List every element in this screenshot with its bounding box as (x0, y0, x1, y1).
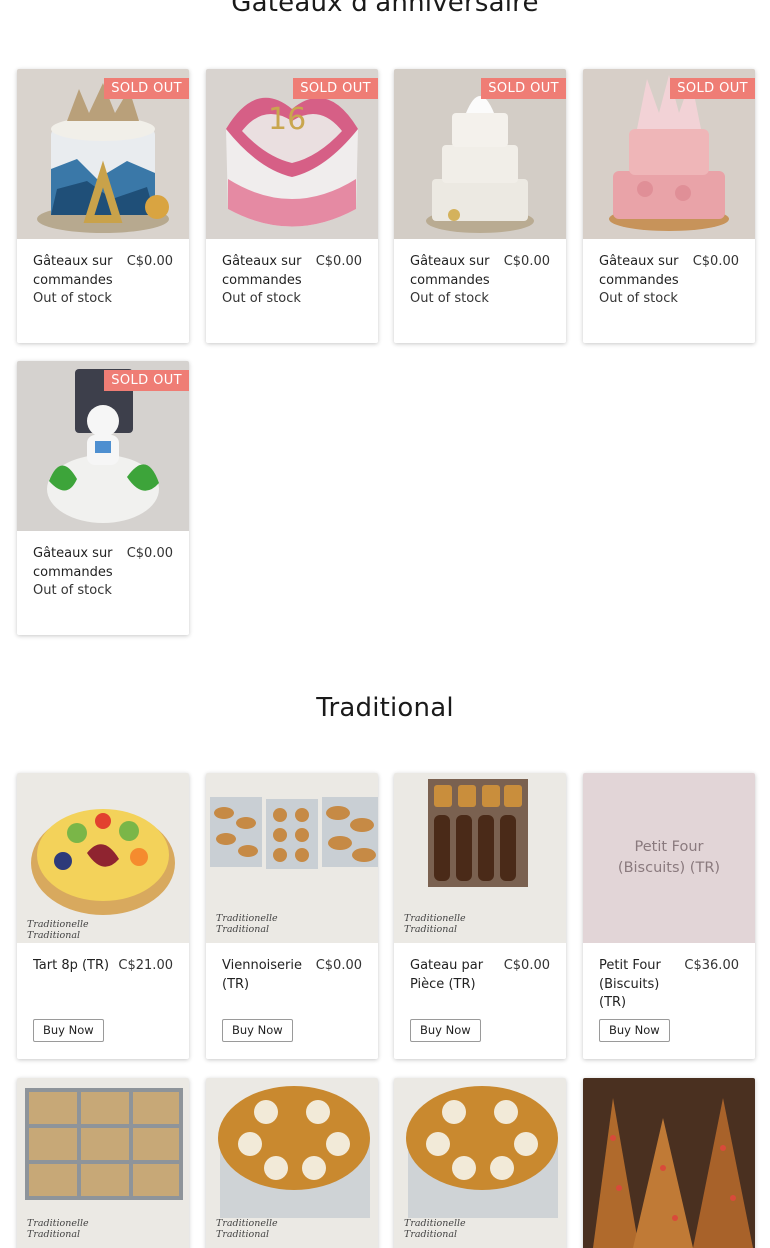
product-price: C$0.00 (126, 546, 173, 561)
product-image[interactable]: SOLD OUT (583, 69, 755, 239)
product-card[interactable]: SOLD OUT Gâteaux sur commandes C$0.00 Ou… (394, 69, 566, 343)
product-image[interactable]: SOLD OUT (394, 69, 566, 239)
product-card[interactable]: Traditionelle Traditional Viennoiserie (… (206, 773, 378, 1059)
product-card[interactable]: 16 SOLD OUT Gâteaux sur commandes C$0.00… (206, 69, 378, 343)
tart-image (17, 773, 189, 943)
product-price: C$36.00 (684, 958, 739, 973)
product-name[interactable]: Gâteaux sur commandes (33, 253, 117, 290)
product-card[interactable]: Traditionelle Traditional Gateau par Piè… (394, 773, 566, 1059)
product-image[interactable]: SOLD OUT (17, 361, 189, 531)
product-image[interactable] (583, 1078, 755, 1248)
sold-out-badge: SOLD OUT (104, 78, 189, 99)
buy-now-button[interactable]: Buy Now (599, 1019, 670, 1042)
product-name[interactable]: Petit Four (Biscuits) (TR) (599, 957, 669, 1013)
product-price: C$21.00 (118, 958, 173, 973)
product-card[interactable]: SOLD OUT Gâteaux sur commandes C$0.00 Ou… (17, 361, 189, 635)
product-image[interactable]: Traditionelle Traditional (17, 1078, 189, 1248)
product-image[interactable]: Traditionelle Traditional (394, 773, 566, 943)
product-card[interactable]: Traditionelle Traditional (394, 1078, 566, 1248)
product-name[interactable]: Gateau par Pièce (TR) (410, 957, 494, 994)
product-name[interactable]: Gâteaux sur commandes (410, 253, 494, 290)
stock-status: Out of stock (599, 291, 678, 306)
product-name[interactable]: Viennoiserie (TR) (222, 957, 306, 994)
sold-out-badge: SOLD OUT (104, 370, 189, 391)
product-image[interactable]: Traditionelle Traditional (206, 1078, 378, 1248)
section-title-traditional: Traditional (316, 693, 454, 723)
product-image[interactable]: Traditionelle Traditional (17, 773, 189, 943)
watermark-text: Traditionelle Traditional (216, 1218, 278, 1240)
watermark-text: Traditionelle Traditional (27, 919, 89, 941)
product-image[interactable]: 16 SOLD OUT (206, 69, 378, 239)
watermark-text: Traditionelle Traditional (27, 1218, 89, 1240)
watermark-text: Traditionelle Traditional (404, 1218, 466, 1240)
watermark-text: Traditionelle Traditional (216, 913, 278, 935)
stock-status: Out of stock (33, 291, 112, 306)
buy-now-button[interactable]: Buy Now (222, 1019, 293, 1042)
product-price: C$0.00 (503, 254, 550, 269)
product-card[interactable]: Traditionelle Traditional (17, 1078, 189, 1248)
section-title-birthday: Gâteaux d'anniversaire (231, 0, 539, 18)
stock-status: Out of stock (410, 291, 489, 306)
product-card[interactable]: SOLD OUT Gâteaux sur commandes C$0.00 Ou… (17, 69, 189, 343)
product-price: C$0.00 (692, 254, 739, 269)
croquembouche-image (583, 1078, 755, 1248)
buy-now-button[interactable]: Buy Now (33, 1019, 104, 1042)
placeholder-label: Petit Four (Biscuits) (TR) (617, 839, 721, 876)
product-price: C$0.00 (503, 958, 550, 973)
product-card[interactable]: Traditionelle Traditional (206, 1078, 378, 1248)
product-name[interactable]: Tart 8p (TR) (33, 957, 117, 976)
buy-now-button[interactable]: Buy Now (410, 1019, 481, 1042)
product-image[interactable]: SOLD OUT (17, 69, 189, 239)
product-name[interactable]: Gâteaux sur commandes (599, 253, 683, 290)
product-price: C$0.00 (126, 254, 173, 269)
sold-out-badge: SOLD OUT (670, 78, 755, 99)
product-card[interactable]: Petit Four (Biscuits) (TR) Petit Four (B… (583, 773, 755, 1059)
product-card[interactable]: Traditionelle Traditional Tart 8p (TR) C… (17, 773, 189, 1059)
stock-status: Out of stock (222, 291, 301, 306)
product-image[interactable]: Traditionelle Traditional (206, 773, 378, 943)
product-name[interactable]: Gâteaux sur commandes (33, 545, 117, 582)
product-image[interactable]: Traditionelle Traditional (394, 1078, 566, 1248)
product-price: C$0.00 (315, 958, 362, 973)
stock-status: Out of stock (33, 583, 112, 598)
sold-out-badge: SOLD OUT (481, 78, 566, 99)
sold-out-badge: SOLD OUT (293, 78, 378, 99)
product-price: C$0.00 (315, 254, 362, 269)
product-card[interactable] (583, 1078, 755, 1248)
svg-text:16: 16 (268, 102, 306, 137)
product-image-placeholder[interactable]: Petit Four (Biscuits) (TR) (583, 773, 755, 943)
watermark-text: Traditionelle Traditional (404, 913, 466, 935)
product-card[interactable]: SOLD OUT Gâteaux sur commandes C$0.00 Ou… (583, 69, 755, 343)
product-name[interactable]: Gâteaux sur commandes (222, 253, 306, 290)
